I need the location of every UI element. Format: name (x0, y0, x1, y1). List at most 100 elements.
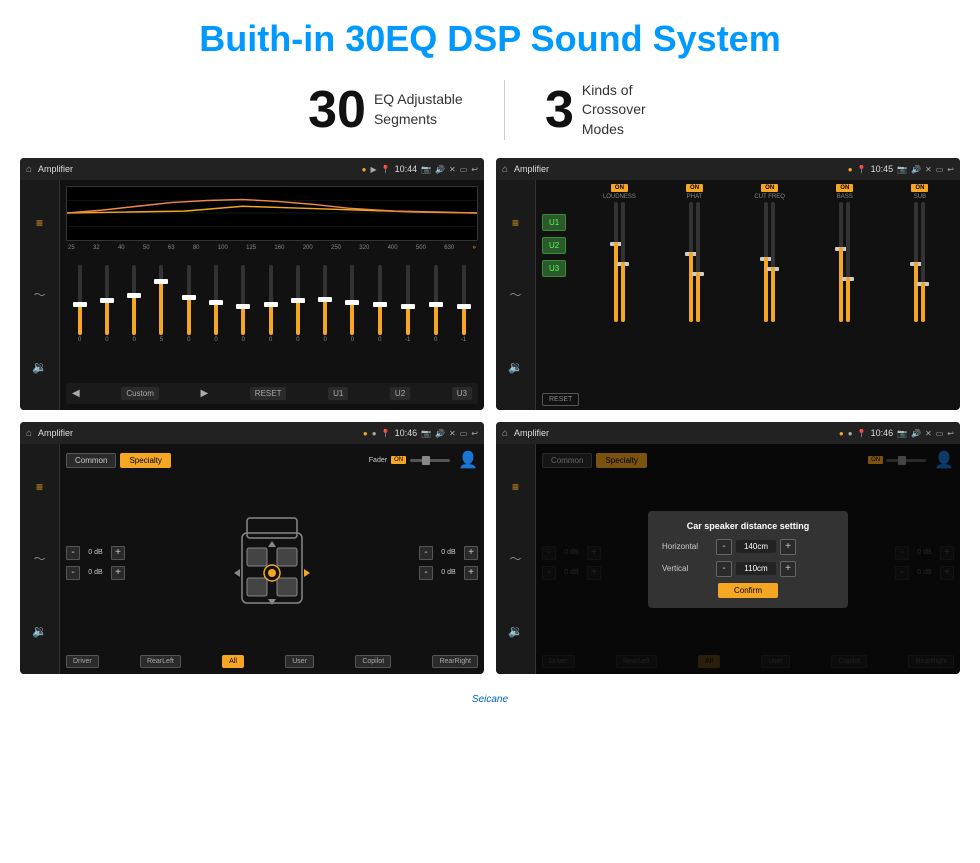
copilot-btn-s3[interactable]: Copilot (355, 655, 391, 668)
eq-slider-col-13[interactable]: 0 (434, 265, 438, 343)
profile-icon-s3[interactable]: 👤 (458, 450, 478, 470)
screen4-home-icon[interactable]: ⌂ (502, 428, 508, 439)
eq-slider-thumb-3[interactable] (154, 279, 168, 284)
screen4-back-icon[interactable]: ↩ (947, 429, 954, 438)
eq-slider-thumb-13[interactable] (429, 302, 443, 307)
u2-button-s2[interactable]: U2 (542, 237, 566, 254)
screen3-x-icon[interactable]: ✕ (449, 429, 456, 438)
eq-slider-col-10[interactable]: 0 (350, 265, 354, 343)
u3-button-s1[interactable]: U3 (452, 387, 472, 400)
eq-slider-col-14[interactable]: -1 (461, 265, 466, 343)
db-plus-tr[interactable]: + (464, 546, 478, 560)
eq-slider-thumb-9[interactable] (318, 297, 332, 302)
eq-slider-thumb-4[interactable] (182, 295, 196, 300)
eq-slider-thumb-7[interactable] (264, 302, 278, 307)
confirm-button[interactable]: Confirm (718, 583, 778, 598)
vert-plus-btn[interactable]: + (780, 561, 796, 577)
eq-slider-col-8[interactable]: 0 (296, 265, 300, 343)
u2-button-s1[interactable]: U2 (390, 387, 410, 400)
eq-slider-col-6[interactable]: 0 (241, 265, 245, 343)
reset-button-s2[interactable]: RESET (542, 393, 579, 406)
reset-button-s1[interactable]: RESET (250, 387, 287, 400)
ch-slider-4-1[interactable] (921, 202, 925, 322)
ch-on-btn-1[interactable]: ON (686, 184, 703, 192)
screen3-rect-icon[interactable]: ▭ (460, 429, 468, 438)
vert-minus-btn[interactable]: - (716, 561, 732, 577)
eq-slider-col-11[interactable]: 0 (378, 265, 382, 343)
horiz-minus-btn[interactable]: - (716, 539, 732, 555)
eq-prev-icon[interactable]: ◀ (72, 388, 80, 399)
ch-on-btn-0[interactable]: ON (611, 184, 628, 192)
db-plus-tl[interactable]: + (111, 546, 125, 560)
screen3-eq-icon[interactable]: ≡ (36, 480, 43, 494)
driver-btn-s3[interactable]: Driver (66, 655, 99, 668)
ch-on-btn-4[interactable]: ON (911, 184, 928, 192)
screen1-rect-icon[interactable]: ▭ (460, 165, 468, 174)
screen2-eq-icon[interactable]: ≡ (512, 216, 519, 230)
rearright-btn-s3[interactable]: RearRight (432, 655, 478, 668)
screen4-rect-icon[interactable]: ▭ (936, 429, 944, 438)
u1-button-s1[interactable]: U1 (328, 387, 348, 400)
ch-slider-4-0[interactable] (914, 202, 918, 322)
screen4-wave-icon[interactable]: 〜 (509, 550, 521, 567)
eq-slider-col-4[interactable]: 0 (187, 265, 191, 343)
all-btn-s3[interactable]: All (222, 655, 244, 668)
eq-slider-thumb-12[interactable] (401, 304, 415, 309)
specialty-tab-s3[interactable]: Specialty (120, 453, 170, 468)
sidebar-eq-icon[interactable]: ≡ (36, 216, 43, 230)
eq-slider-thumb-6[interactable] (236, 304, 250, 309)
screen1-back-icon[interactable]: ↩ (471, 165, 478, 174)
ch-slider-2-0[interactable] (764, 202, 768, 322)
ch-slider-2-1[interactable] (771, 202, 775, 322)
common-tab-s3[interactable]: Common (66, 453, 116, 468)
ch-on-btn-2[interactable]: ON (761, 184, 778, 192)
topbar-home-icon[interactable]: ⌂ (26, 164, 32, 175)
eq-slider-col-9[interactable]: 0 (323, 265, 327, 343)
ch-slider-0-1[interactable] (621, 202, 625, 322)
eq-slider-col-1[interactable]: 0 (105, 265, 109, 343)
eq-slider-col-3[interactable]: 5 (159, 265, 163, 343)
sidebar-vol-icon[interactable]: 🔉 (32, 360, 47, 374)
eq-slider-col-7[interactable]: 0 (269, 265, 273, 343)
eq-slider-thumb-5[interactable] (209, 300, 223, 305)
freq-expand[interactable]: » (472, 245, 475, 251)
ch-on-btn-3[interactable]: ON (836, 184, 853, 192)
user-btn-s3[interactable]: User (285, 655, 314, 668)
screen3-vol-icon2[interactable]: 🔉 (32, 624, 47, 638)
screen2-home-icon[interactable]: ⌂ (502, 164, 508, 175)
screen3-back-icon[interactable]: ↩ (471, 429, 478, 438)
screen2-vol-icon2[interactable]: 🔉 (508, 360, 523, 374)
eq-slider-thumb-10[interactable] (345, 300, 359, 305)
eq-slider-col-2[interactable]: 0 (132, 265, 136, 343)
eq-slider-thumb-14[interactable] (457, 304, 471, 309)
screen3-wave-icon[interactable]: 〜 (33, 550, 45, 567)
screen2-x-icon[interactable]: ✕ (925, 165, 932, 174)
ch-slider-1-1[interactable] (696, 202, 700, 322)
screen4-eq-icon[interactable]: ≡ (512, 480, 519, 494)
screen4-x-icon[interactable]: ✕ (925, 429, 932, 438)
screen3-home-icon[interactable]: ⌂ (26, 428, 32, 439)
db-plus-bl[interactable]: + (111, 566, 125, 580)
eq-slider-col-5[interactable]: 0 (214, 265, 218, 343)
screen2-rect-icon[interactable]: ▭ (936, 165, 944, 174)
db-plus-br[interactable]: + (464, 566, 478, 580)
db-minus-bl[interactable]: - (66, 566, 80, 580)
eq-slider-col-12[interactable]: -1 (405, 265, 410, 343)
ch-slider-3-0[interactable] (839, 202, 843, 322)
eq-slider-thumb-11[interactable] (373, 302, 387, 307)
horiz-plus-btn[interactable]: + (780, 539, 796, 555)
eq-slider-thumb-1[interactable] (100, 298, 114, 303)
eq-slider-col-0[interactable]: 0 (78, 265, 82, 343)
ch-slider-3-1[interactable] (846, 202, 850, 322)
db-minus-tl[interactable]: - (66, 546, 80, 560)
eq-slider-thumb-0[interactable] (73, 302, 87, 307)
screen1-x-icon[interactable]: ✕ (449, 165, 456, 174)
eq-next-icon[interactable]: ▶ (200, 388, 208, 399)
eq-slider-thumb-2[interactable] (127, 293, 141, 298)
screen1-play-icon[interactable]: ▶ (370, 165, 376, 174)
db-minus-tr[interactable]: - (419, 546, 433, 560)
db-minus-br[interactable]: - (419, 566, 433, 580)
rearleft-btn-s3[interactable]: RearLeft (140, 655, 181, 668)
custom-button[interactable]: Custom (121, 387, 159, 400)
sidebar-wave-icon[interactable]: 〜 (33, 286, 45, 303)
